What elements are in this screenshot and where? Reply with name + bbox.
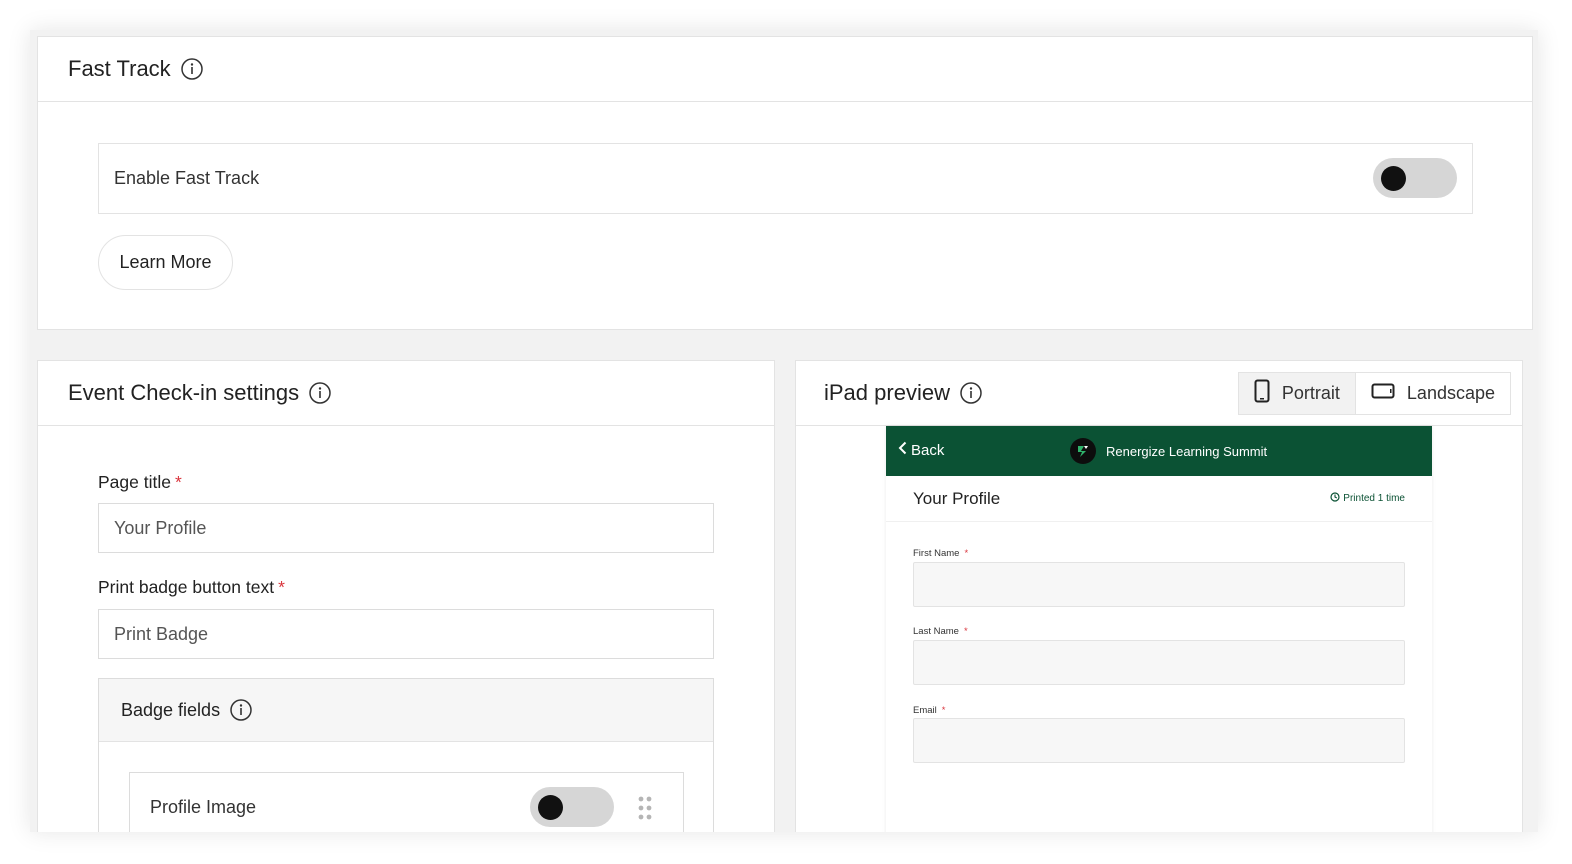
email-field[interactable] — [913, 718, 1405, 763]
first-name-field[interactable] — [913, 562, 1405, 607]
badge-fields-panel: Badge fields Profile Image — [98, 678, 714, 832]
last-name-label-text: Last Name — [913, 626, 959, 637]
last-name-field[interactable] — [913, 640, 1405, 685]
tablet-portrait-icon — [1254, 379, 1270, 408]
profile-page-title: Your Profile — [913, 489, 1001, 508]
badge-field-label: Profile Image — [150, 796, 257, 817]
profile-header: Your Profile Printed 1 time — [886, 476, 1432, 522]
email-label-text: Email — [913, 705, 937, 716]
portrait-label: Portrait — [1281, 383, 1340, 403]
info-icon[interactable] — [960, 382, 982, 404]
tablet-landscape-icon — [1371, 383, 1395, 404]
enable-fast-track-toggle[interactable] — [1373, 158, 1457, 198]
settings-page: Fast Track Enable Fast Track Learn More … — [30, 30, 1538, 832]
printed-status-text: Printed 1 time — [1343, 493, 1405, 504]
print-badge-button-label-text: Print badge button text — [98, 577, 275, 597]
chevron-left-icon — [898, 441, 907, 459]
page-title-value: Your Profile — [114, 517, 207, 538]
drag-handle-icon[interactable] — [637, 795, 653, 826]
first-name-label: First Name * — [913, 548, 968, 559]
print-badge-button-label: Print badge button text * — [98, 577, 285, 598]
required-mark: * — [278, 577, 285, 597]
ipad-device-screen: Back Renergize Learning Summit Your Prof… — [886, 426, 1432, 832]
portrait-button[interactable]: Portrait — [1238, 373, 1356, 414]
fast-track-title: Fast Track — [68, 56, 171, 81]
required-mark: * — [174, 472, 182, 492]
required-mark: * — [963, 626, 968, 637]
event-checkin-title: Event Check-in settings — [68, 380, 300, 405]
page-title-label-text: Page title — [98, 472, 171, 492]
ipad-preview-title: iPad preview — [824, 380, 950, 405]
badge-fields-title: Badge fields — [121, 699, 221, 720]
badge-field-toggle[interactable] — [530, 787, 614, 827]
landscape-label: Landscape — [1406, 383, 1495, 403]
first-name-label-text: First Name — [913, 548, 960, 559]
info-icon[interactable] — [309, 382, 331, 404]
print-badge-button-value: Print Badge — [114, 623, 209, 644]
info-icon[interactable] — [180, 58, 203, 80]
event-checkin-card: Event Check-in settings Page title * Your… — [37, 360, 775, 832]
event-logo-icon — [1070, 438, 1096, 464]
toggle-knob — [538, 795, 563, 820]
orientation-switch: Portrait Landscape — [1237, 372, 1511, 415]
toggle-knob — [1381, 166, 1406, 191]
page-title-input[interactable]: Your Profile — [98, 503, 714, 553]
clock-icon — [1330, 492, 1340, 505]
event-name: Renergize Learning Summit — [1106, 443, 1268, 459]
print-badge-button-input[interactable]: Print Badge — [98, 609, 714, 659]
device-top-bar: Back Renergize Learning Summit — [886, 426, 1432, 476]
enable-fast-track-label: Enable Fast Track — [114, 168, 260, 188]
learn-more-button[interactable]: Learn More — [98, 235, 233, 290]
badge-field-row: Profile Image — [129, 772, 684, 832]
enable-fast-track-row: Enable Fast Track — [98, 143, 1473, 214]
ipad-preview-card: iPad preview Portrait Landscape Back Ren… — [795, 360, 1523, 832]
page-title-label: Page title * — [98, 472, 182, 493]
required-mark: * — [964, 548, 969, 559]
info-icon[interactable] — [230, 699, 252, 721]
last-name-label: Last Name * — [913, 626, 968, 637]
required-mark: * — [941, 705, 946, 716]
back-label: Back — [911, 441, 945, 459]
event-brand: Renergize Learning Summit — [1070, 438, 1267, 464]
printed-status: Printed 1 time — [1330, 492, 1405, 505]
event-checkin-header: Event Check-in settings — [38, 361, 774, 426]
fast-track-header: Fast Track — [38, 37, 1532, 102]
back-link[interactable]: Back — [898, 441, 944, 459]
badge-fields-header: Badge fields — [99, 679, 713, 742]
fast-track-card: Fast Track Enable Fast Track Learn More — [37, 36, 1533, 330]
email-label: Email * — [913, 705, 945, 716]
landscape-button[interactable]: Landscape — [1355, 373, 1510, 414]
